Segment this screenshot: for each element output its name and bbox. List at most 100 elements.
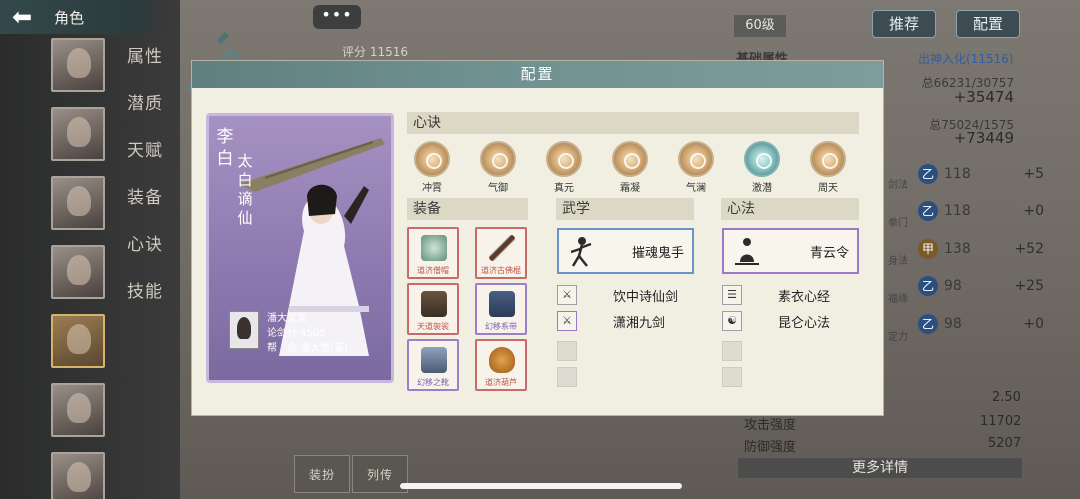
stat-value: 118: [944, 203, 971, 219]
equipment-section-header: 装备: [407, 198, 528, 220]
fighter-pose-icon: [570, 237, 592, 267]
equip-slot-hat[interactable]: 道济僧帽: [407, 227, 459, 279]
menu-item-potential[interactable]: 潜质: [127, 91, 163, 138]
character-avatar[interactable]: [51, 452, 105, 499]
modal-title: 配置: [192, 61, 883, 88]
score-label: 评分 11516: [342, 45, 408, 59]
wuxue-sub-skill[interactable]: ⚔ 饮中诗仙剑: [557, 285, 717, 305]
xinjue-item[interactable]: 霜凝: [611, 141, 649, 194]
level-badge: 60级: [734, 15, 786, 37]
xinjue-section-header: 心诀: [407, 112, 859, 134]
xinjue-label: 霜凝: [620, 183, 640, 194]
grade-icon: 乙: [918, 164, 938, 184]
stat-label: 定力: [888, 332, 908, 343]
stat-label: 身法: [888, 256, 908, 267]
equip-slot-boots[interactable]: 幻移之靴: [407, 339, 459, 391]
empty-skill-slot[interactable]: [557, 367, 577, 387]
equip-slot-armor[interactable]: 天道袈裟: [407, 283, 459, 335]
xinfa-sub-skill[interactable]: ☯ 昆仑心法: [722, 311, 882, 331]
character-avatar[interactable]: [51, 38, 105, 92]
qilan-icon: [678, 141, 714, 177]
robe-icon: [421, 291, 447, 317]
equip-slot-weapon[interactable]: 道济古佛棍: [475, 227, 527, 279]
equip-label: 道济古佛棍: [481, 266, 521, 275]
xinfa-main-skill[interactable]: 青云令: [722, 228, 859, 274]
wuxue-section-header: 武学: [556, 198, 694, 220]
meditation-icon: [735, 238, 759, 265]
character-avatar[interactable]: [51, 176, 105, 230]
stat-delta: +5: [1023, 166, 1044, 182]
menu-item-talent[interactable]: 天赋: [127, 138, 163, 185]
stat-delta: +25: [1014, 278, 1044, 294]
menu-item-skills[interactable]: 技能: [127, 279, 163, 326]
sword-skill-icon: ⚔: [557, 285, 577, 305]
empty-skill-slot[interactable]: [722, 341, 742, 361]
character-avatar-selected[interactable]: [51, 314, 105, 368]
xinjue-label: 气御: [488, 183, 508, 194]
config-modal: 配置 李白 太白谪仙 潘大宝宝 论剑分 4505 帮 会 潘大堡(苗) 心诀 冲…: [191, 60, 884, 416]
more-options-button[interactable]: •••: [313, 5, 361, 29]
attack-value: 11702: [980, 414, 1022, 429]
zhenyuan-icon: [546, 141, 582, 177]
menu-item-xinjue[interactable]: 心诀: [127, 232, 163, 279]
zhoutian-icon: [810, 141, 846, 177]
empty-skill-slot[interactable]: [557, 341, 577, 361]
page-title: 角色: [54, 8, 85, 27]
stat-row: 乙 98 +0: [918, 313, 1044, 335]
xinjue-item[interactable]: 冲霄: [413, 141, 451, 194]
scroll-icon: ☰: [722, 285, 742, 305]
stat-row: 乙 118 +5: [918, 163, 1044, 185]
equip-label: 道济葫芦: [485, 378, 517, 387]
defense-label: 防御强度: [744, 440, 797, 455]
guild-name: 帮 会 潘大堡(苗): [267, 343, 348, 354]
defense-value: 5207: [988, 436, 1022, 451]
equip-slot-accessory[interactable]: 道济葫芦: [475, 339, 527, 391]
xinjue-label: 激潜: [752, 183, 772, 194]
boots-icon: [421, 347, 447, 373]
equip-label: 幻移之靴: [417, 378, 449, 387]
skill-name: 摧魂鬼手: [631, 245, 684, 261]
empty-skill-slot[interactable]: [722, 367, 742, 387]
skill-name: 昆仑心法: [778, 315, 831, 331]
character-avatar[interactable]: [51, 245, 105, 299]
character-avatar[interactable]: [51, 383, 105, 437]
recommend-button[interactable]: 推荐: [872, 10, 936, 38]
stat-value: 138: [944, 241, 971, 257]
xinjue-item[interactable]: 真元: [545, 141, 583, 194]
player-avatar: [229, 311, 259, 349]
xinjue-item[interactable]: 气澜: [677, 141, 715, 194]
skill-name: 饮中诗仙剑: [613, 289, 679, 305]
character-avatar[interactable]: [51, 107, 105, 161]
equip-slot-belt[interactable]: 幻移系带: [475, 283, 527, 335]
xinjue-item[interactable]: 激潜: [743, 141, 781, 194]
home-indicator[interactable]: [400, 483, 682, 489]
xinjue-item[interactable]: 气御: [479, 141, 517, 194]
grade-icon: 乙: [918, 314, 938, 334]
xinfa-sub-skill[interactable]: ☰ 素衣心经: [722, 285, 882, 305]
shuangning-icon: [612, 141, 648, 177]
back-arrow-icon[interactable]: ⬅: [12, 5, 32, 29]
realm-link[interactable]: 出神入化(11516): [918, 50, 1014, 67]
character-list: [51, 38, 107, 499]
grade-icon: 甲: [918, 239, 938, 259]
stat-value: 118: [944, 166, 971, 182]
stat-label: 福缘: [888, 294, 908, 305]
stat-row: 乙 98 +25: [918, 275, 1044, 297]
xinjue-item[interactable]: 周天: [809, 141, 847, 194]
equip-label: 幻移系带: [485, 322, 517, 331]
bonus-value-1: +35474: [953, 88, 1014, 106]
jiqian-icon: [744, 141, 780, 177]
more-details-button[interactable]: 更多详情: [738, 458, 1022, 478]
tab-outfit[interactable]: 装扮: [294, 455, 350, 493]
stat-row: 乙 118 +0: [918, 200, 1044, 222]
wuxue-sub-skill[interactable]: ⚔ 潇湘九剑: [557, 311, 717, 331]
wuxue-main-skill[interactable]: 摧魂鬼手: [557, 228, 694, 274]
menu-item-equipment[interactable]: 装备: [127, 185, 163, 232]
top-bar: ⬅ 角色: [0, 0, 168, 34]
xinjue-list: 冲霄 气御 真元 霜凝 气澜 激潜 周天: [413, 141, 847, 194]
meditation-icon: ☯: [722, 311, 742, 331]
stat-value-extra: 2.50: [992, 390, 1021, 405]
menu-item-attributes[interactable]: 属性: [127, 44, 163, 91]
config-button[interactable]: 配置: [956, 10, 1020, 38]
qiyu-icon: [480, 141, 516, 177]
